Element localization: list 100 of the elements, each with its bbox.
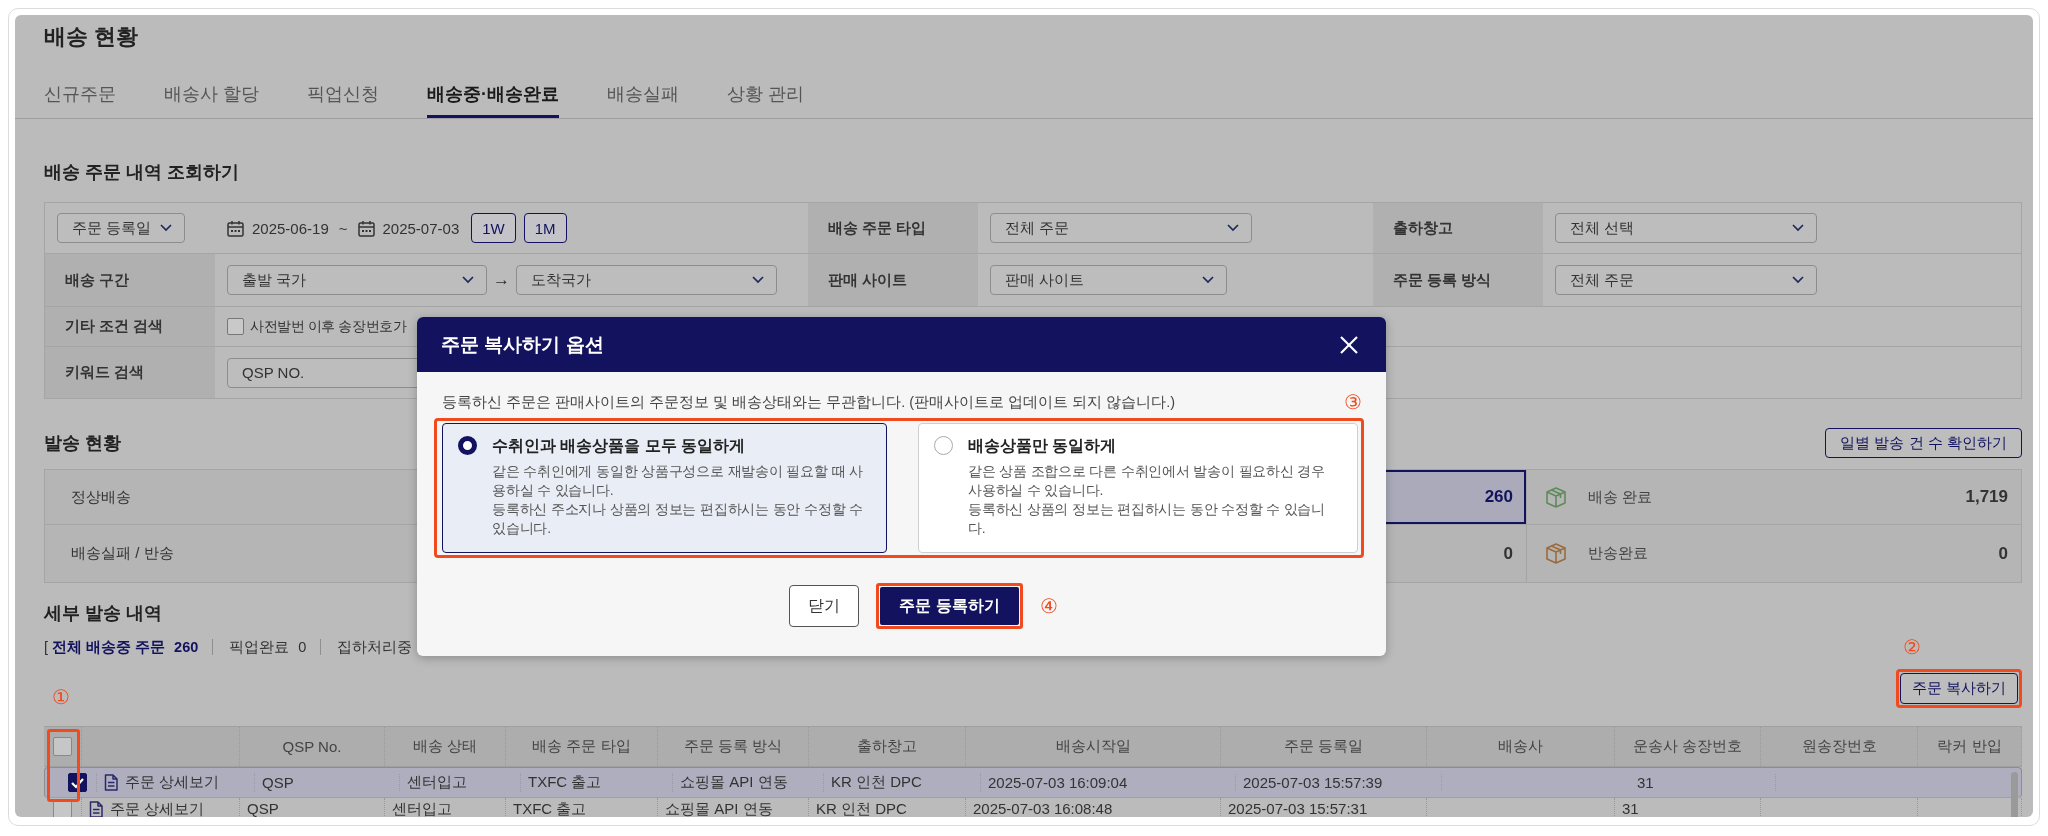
checkbox[interactable] xyxy=(53,737,72,756)
step-marker: ② xyxy=(1903,636,1921,658)
section-title: 세부 발송 내역 xyxy=(44,602,162,625)
table-cell: 2025-07-03 15:57:31 xyxy=(1228,800,1368,817)
table-cell: KR 인천 DPC xyxy=(816,800,907,817)
table-cell: 센터입고 xyxy=(392,800,452,817)
origin-country-dropdown[interactable]: 출발 국가 xyxy=(227,265,487,295)
option-description: 등록하신 주소지나 상품의 정보는 편집하시는 동안 수정할 수 있습니다. xyxy=(492,500,864,538)
table-cell: KR 인천 DPC xyxy=(831,773,922,792)
column-header: 배송 상태 xyxy=(385,727,506,766)
column-header: QSP No. xyxy=(240,727,385,766)
calendar-icon xyxy=(227,219,244,237)
option-title: 배송상품만 동일하게 xyxy=(968,436,1118,456)
checkbox-label: 사전발번 이후 송장번호가 xyxy=(250,317,407,336)
close-icon xyxy=(1339,334,1359,355)
chevron-down-icon xyxy=(462,276,474,284)
date-type-dropdown[interactable]: 주문 등록일 xyxy=(57,213,185,243)
step-marker: ④ xyxy=(1040,595,1058,617)
step-marker: ③ xyxy=(1344,391,1362,413)
table-cell: TXFC 출고 xyxy=(513,800,587,817)
section-title: 발송 현황 xyxy=(44,432,121,455)
order-detail-link[interactable]: 주문 상세보기 xyxy=(89,800,205,817)
start-date[interactable]: 2025-06-19 xyxy=(252,219,329,237)
date-separator: ~ xyxy=(338,219,348,237)
close-button[interactable]: 닫기 xyxy=(789,585,859,627)
tab[interactable]: 픽업신청 xyxy=(307,51,379,118)
radio-button[interactable] xyxy=(934,436,953,455)
option-description: 같은 수취인에게 동일한 상품구성으로 재발송이 필요할 때 사용하실 수 있습니다. xyxy=(492,462,864,500)
register-order-button[interactable]: 주문 등록하기 xyxy=(880,587,1019,625)
order-type-dropdown[interactable]: 전체 주문 xyxy=(990,213,1252,243)
tab[interactable]: 상황 관리 xyxy=(727,51,805,118)
status-count: 1,719 xyxy=(1965,487,2008,507)
table-cell: QSP xyxy=(247,800,279,817)
tab[interactable]: 신규주문 xyxy=(44,51,116,118)
notice-text: 등록하신 주문은 판매사이트의 주문정보 및 배송상태와는 무관합니다. (판매사이트로 업데이트 되지 않습니다.) xyxy=(442,392,1175,412)
column-header: 원송장번호 xyxy=(1761,727,1918,766)
period-button[interactable]: 1M xyxy=(523,213,567,243)
status-label: 정상배송 xyxy=(71,487,131,507)
chevron-down-icon xyxy=(160,224,172,232)
tab[interactable]: 배송사 할당 xyxy=(164,51,259,118)
arrow-text: → xyxy=(493,270,510,290)
filter-label: 판매 사이트 xyxy=(808,254,978,307)
filter-label: 출하창고 xyxy=(1373,203,1543,254)
document-icon xyxy=(104,774,119,791)
copy-order-button[interactable]: 주문 복사하기 xyxy=(1900,673,2018,704)
table-cell: 31 xyxy=(1622,800,1639,817)
bracket-text: [ xyxy=(44,639,49,655)
copy-option[interactable]: 수취인과 배송상품을 모두 동일하게 같은 수취인에게 동일한 상품구성으로 재발송이 필요할 때 사용하실 수 있습니다. 등록하신 주소지나 상품의 정보는 편집하시는 동안 수정할 수 있습니다. xyxy=(442,423,887,553)
dialog-title: 주문 복사하기 옵션 xyxy=(441,332,604,357)
warehouse-dropdown[interactable]: 전체 선택 xyxy=(1555,213,1817,243)
column-header: 배송시작일 xyxy=(966,727,1221,766)
chevron-down-icon xyxy=(1227,224,1239,232)
column-header: 출하창고 xyxy=(809,727,966,766)
table-cell: TXFC 출고 xyxy=(528,773,602,792)
column-header: 배송사 xyxy=(1427,727,1615,766)
checkbox[interactable] xyxy=(227,318,244,335)
chevron-down-icon xyxy=(1792,276,1804,284)
option-title: 수취인과 배송상품을 모두 동일하게 xyxy=(492,436,747,456)
destination-country-dropdown[interactable]: 도착국가 xyxy=(516,265,777,295)
summary-filter[interactable]: 전체 배송중 주문 260 xyxy=(50,639,213,655)
period-button[interactable]: 1W xyxy=(471,213,516,243)
chevron-down-icon xyxy=(1792,224,1804,232)
daily-count-button[interactable]: 일별 발송 건 수 확인하기 xyxy=(1825,428,2022,458)
filter-label: 주문 등록 방식 xyxy=(1373,254,1543,307)
document-icon xyxy=(89,801,104,817)
tab[interactable]: 배송실패 xyxy=(607,51,679,118)
sales-site-dropdown[interactable]: 판매 사이트 xyxy=(990,265,1227,295)
filter-label: 기타 조건 검색 xyxy=(45,307,215,347)
status-label: 반송완료 xyxy=(1588,544,1648,563)
option-description: 등록하신 상품의 정보는 편집하시는 동안 수정할 수 있습니다. xyxy=(968,500,1327,538)
close-button[interactable] xyxy=(1339,334,1359,355)
table-cell: 31 xyxy=(1637,774,1654,791)
column-header: 운송사 송장번호 xyxy=(1615,727,1761,766)
chevron-down-icon xyxy=(752,276,764,284)
order-detail-link[interactable]: 주문 상세보기 xyxy=(104,773,220,792)
copy-option[interactable]: 배송상품만 동일하게 같은 상품 조합으로 다른 수취인에서 발송이 필요하신 경우 사용하실 수 있습니다. 등록하신 상품의 정보는 편집하시는 동안 수정할 수 있습니다. xyxy=(918,423,1358,553)
table-cell: 센터입고 xyxy=(407,773,467,792)
end-date[interactable]: 2025-07-03 xyxy=(382,219,460,237)
option-description: 같은 상품 조합으로 다른 수취인에서 발송이 필요하신 경우 사용하실 수 있습니다. xyxy=(968,462,1327,500)
tab[interactable]: 배송중·배송완료 xyxy=(427,51,559,118)
page-title: 배송 현황 xyxy=(44,23,140,51)
column-header: 주문 등록일 xyxy=(1221,727,1427,766)
chevron-down-icon xyxy=(1202,276,1214,284)
registration-method-dropdown[interactable]: 전체 주문 xyxy=(1555,265,1817,295)
radio-button[interactable] xyxy=(458,436,477,455)
table-cell: 쇼핑몰 API 연동 xyxy=(680,773,788,792)
section-title: 배송 주문 내역 조회하기 xyxy=(44,161,239,184)
filter-label: 키워드 검색 xyxy=(45,347,215,398)
column-header: 배송 주문 타입 xyxy=(506,727,658,766)
step-marker: ① xyxy=(52,686,70,708)
table-cell: 2025-07-03 16:08:48 xyxy=(973,800,1113,817)
column-header: 락커 반입 xyxy=(1918,727,2022,766)
table-cell: QSP xyxy=(262,774,294,791)
summary-filter[interactable]: 픽업완료 0 xyxy=(212,639,321,655)
table-cell: 2025-07-03 15:57:39 xyxy=(1243,774,1383,791)
calendar-icon xyxy=(357,219,375,237)
filter-label: 배송 구간 xyxy=(45,254,215,307)
column-header: 주문 등록 방식 xyxy=(658,727,809,766)
table-cell: 쇼핑몰 API 연동 xyxy=(665,800,773,817)
status-label: 배송 완료 xyxy=(1588,487,1653,507)
